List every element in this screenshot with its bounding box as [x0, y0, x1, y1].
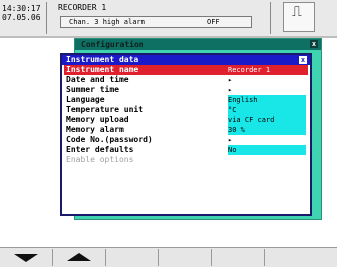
menu-row-temperature-unit[interactable]: Temperature unit °C [64, 105, 308, 115]
arrow-down-icon [14, 254, 38, 262]
menu-value: ▸ [228, 136, 233, 144]
menu-value: ▸ [228, 76, 233, 84]
menu-row-memory-upload[interactable]: Memory upload via CF card [64, 115, 308, 125]
menu-value: English [228, 95, 306, 105]
screen: 14:30:17 07.05.06 RECORDER 1 Chan. 3 hig… [0, 0, 337, 267]
menu-value: 30 % [228, 125, 306, 135]
date-time: 14:30:17 07.05.06 [2, 4, 42, 22]
softkey-blank[interactable] [106, 249, 159, 266]
menu-label: Enable options [66, 155, 134, 164]
softkey-blank[interactable] [212, 249, 265, 266]
menu-value: ▸ [228, 86, 233, 94]
menu-value: via CF card [228, 115, 306, 125]
menu-label: Memory alarm [66, 125, 124, 134]
menu-row-language[interactable]: Language English [64, 95, 308, 105]
menu-row-date-and-time[interactable]: Date and time ▸ [64, 75, 308, 85]
softkey-down[interactable] [0, 249, 53, 266]
softkey-bar [0, 247, 337, 267]
status-divider [46, 2, 47, 34]
menu-label: Temperature unit [66, 105, 144, 114]
recorder-icon[interactable]: ⎍ [283, 2, 315, 32]
configuration-title: Configuration [81, 40, 144, 49]
recorder-glyph: ⎍ [292, 4, 302, 20]
status-bar: 14:30:17 07.05.06 RECORDER 1 Chan. 3 hig… [0, 0, 337, 38]
menu-row-code-no-password[interactable]: Code No.(password) ▸ [64, 135, 308, 145]
window-button-icon[interactable]: x [299, 56, 307, 64]
softkey-blank[interactable] [265, 249, 337, 266]
menu-label: Date and time [66, 75, 129, 84]
close-icon[interactable]: x [310, 40, 318, 48]
menu-row-summer-time[interactable]: Summer time ▸ [64, 85, 308, 95]
menu-label: Language [66, 95, 105, 104]
menu-label: Enter defaults [66, 145, 134, 154]
menu-value: °C [228, 105, 306, 115]
menu-value [228, 155, 306, 165]
menu-value: Recorder 1 [228, 66, 271, 74]
menu-row-enter-defaults[interactable]: Enter defaults No [64, 145, 308, 155]
menu-label: Summer time [66, 85, 119, 94]
configuration-title-bar: Configuration x [75, 39, 321, 50]
status-divider [270, 2, 271, 34]
alarm-value: OFF [207, 18, 220, 26]
alarm-label: Chan. 3 high alarm [69, 18, 145, 26]
alarm-status: Chan. 3 high alarm OFF [60, 16, 252, 28]
menu-label: Code No.(password) [66, 135, 153, 144]
menu-row-enable-options: Enable options [64, 155, 308, 165]
softkey-up[interactable] [53, 249, 106, 266]
menu-value: No [228, 145, 306, 155]
softkey-blank[interactable] [159, 249, 212, 266]
menu-row-memory-alarm[interactable]: Memory alarm 30 % [64, 125, 308, 135]
instrument-data-title-bar: Instrument data x [62, 55, 310, 65]
clock-date: 07.05.06 [2, 13, 41, 22]
arrow-up-icon [67, 253, 91, 261]
instrument-data-title: Instrument data [66, 55, 139, 64]
clock-time: 14:30:17 [2, 4, 41, 13]
menu-label: Instrument name [66, 65, 139, 74]
menu-label: Memory upload [66, 115, 129, 124]
instrument-data-window: Instrument data x Instrument name Record… [60, 53, 312, 216]
recorder-name: RECORDER 1 [58, 3, 107, 12]
menu-row-instrument-name[interactable]: Instrument name Recorder 1 [64, 65, 308, 75]
